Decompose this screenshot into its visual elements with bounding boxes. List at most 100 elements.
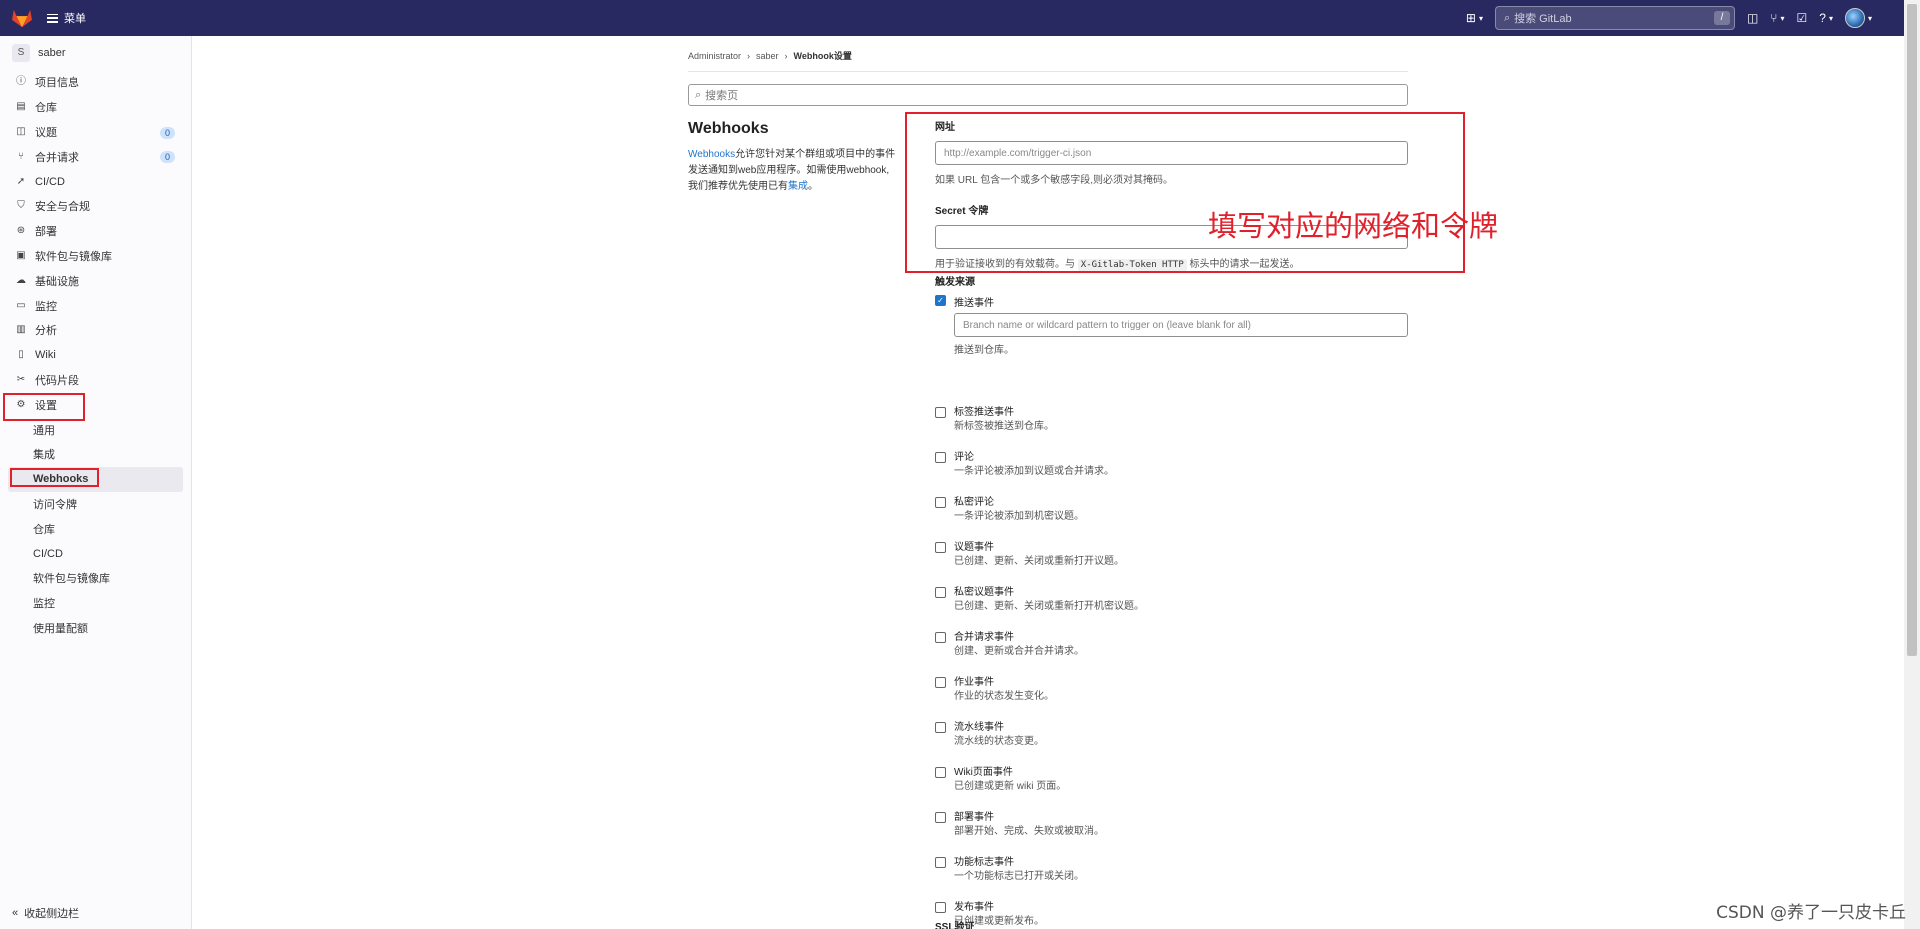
sidebar-item-label: CI/CD: [35, 175, 65, 188]
global-search-input[interactable]: ⌕ 搜索 GitLab /: [1494, 6, 1735, 30]
sidebar-item[interactable]: ◫ 议题 0: [0, 120, 191, 145]
sidebar-item[interactable]: ▥ 分析: [0, 318, 191, 343]
event-option[interactable]: 部署事件 部署开始、完成、失败或被取消。: [935, 811, 1104, 839]
scrollbar-thumb[interactable]: [1907, 4, 1917, 656]
user-menu-button[interactable]: ▾: [1839, 8, 1878, 28]
event-checkbox[interactable]: [935, 857, 946, 868]
url-label: 网址: [935, 122, 955, 133]
sidebar-item[interactable]: ▯ Wiki: [0, 343, 191, 368]
menu-button[interactable]: 菜单: [47, 10, 86, 26]
sidebar-item[interactable]: ▣ 软件包与镜像库: [0, 244, 191, 269]
event-option[interactable]: 标签推送事件 新标签被推送到仓库。: [935, 406, 1054, 434]
chart-icon: ▥: [16, 324, 26, 336]
settings-sub-item[interactable]: 软件包与镜像库: [0, 566, 191, 591]
event-text: Wiki页面事件已创建或更新 wiki 页面。: [954, 766, 1066, 794]
sidebar-item[interactable]: ⛉ 安全与合规: [0, 194, 191, 219]
sidebar-item-label: 项目信息: [35, 77, 79, 90]
event-option[interactable]: 合并请求事件 创建、更新或合并合并请求。: [935, 631, 1084, 659]
event-checkbox[interactable]: [935, 407, 946, 418]
event-option[interactable]: 功能标志事件 一个功能标志已打开或关闭。: [935, 856, 1084, 884]
event-checkbox[interactable]: [935, 497, 946, 508]
event-checkbox[interactable]: [935, 542, 946, 553]
settings-sub-item[interactable]: Webhooks: [8, 466, 183, 492]
merge-requests-button[interactable]: ⑂ ▾: [1764, 11, 1790, 25]
settings-sub-item[interactable]: 通用: [0, 417, 191, 442]
sidebar-item[interactable]: ➚ CI/CD: [0, 169, 191, 194]
secret-token-label: Secret 令牌: [935, 206, 989, 217]
global-search-placeholder: 搜索 GitLab: [1514, 13, 1572, 25]
event-text: 私密议题事件 已创建、更新、关闭或重新打开机密议题。: [954, 586, 1144, 614]
sidebar-item[interactable]: ▤ 仓库: [0, 95, 191, 120]
secret-help-text: 标头中的请求一起发送。: [1189, 259, 1300, 270]
sidebar-item[interactable]: ▭ 监控: [0, 293, 191, 318]
main-content: Administrator › saber › Webhook设置 ⌕ 搜索页 …: [192, 36, 1904, 929]
event-title: 评论: [954, 452, 974, 463]
event-option[interactable]: 私密评论 一条评论被添加到机密议题。: [935, 496, 1084, 524]
webhooks-doc-link[interactable]: Webhooks: [688, 149, 735, 160]
book-icon: ▯: [18, 349, 24, 361]
secret-token-input[interactable]: [935, 225, 1408, 249]
project-name: saber: [38, 47, 66, 59]
settings-sub-item[interactable]: CI/CD: [0, 541, 191, 566]
project-header[interactable]: S saber: [0, 36, 191, 70]
event-option[interactable]: 作业事件 作业的状态发生变化。: [935, 676, 1054, 704]
issues-button[interactable]: ◫: [1741, 11, 1764, 25]
event-text: 部署事件 部署开始、完成、失败或被取消。: [954, 811, 1104, 839]
sidebar-item[interactable]: ⓘ 项目信息: [0, 70, 191, 95]
settings-sub-item[interactable]: 监控: [0, 591, 191, 616]
ssl-verification-title: SSL验证: [935, 922, 975, 929]
page-scrollbar[interactable]: [1904, 0, 1920, 929]
secret-help-text: 用于验证接收到的有效载荷。与: [935, 259, 1075, 270]
sidebar-item[interactable]: ⑂ 合并请求 0: [0, 144, 191, 169]
event-description: 作业的状态发生变化。: [954, 691, 1054, 702]
event-checkbox[interactable]: [935, 677, 946, 688]
event-option[interactable]: 流水线事件 流水线的状态变更。: [935, 721, 1044, 749]
event-description: 新标签被推送到仓库。: [954, 421, 1054, 432]
sidebar-item-label: 仓库: [35, 102, 57, 115]
event-checkbox[interactable]: [935, 452, 946, 463]
push-events-row[interactable]: ✓ 推送事件: [935, 294, 994, 309]
settings-sub-item[interactable]: 使用量配额: [0, 616, 191, 641]
todos-button[interactable]: ☑: [1791, 11, 1814, 25]
event-option[interactable]: 议题事件 已创建、更新、关闭或重新打开议题。: [935, 541, 1124, 569]
url-input[interactable]: [935, 141, 1408, 165]
integrations-link[interactable]: 集成: [788, 181, 808, 192]
left-sidebar: S saber ⓘ 项目信息 ▤ 仓库 ◫ 议题 0 ⑂ 合并请求 0 ➚ CI/CD ⛉ 安全与合规 ⊛ 部…: [0, 36, 192, 929]
sidebar-item[interactable]: ⊛ 部署: [0, 219, 191, 244]
merge-icon: ⑂: [18, 150, 24, 162]
help-button[interactable]: ? ▾: [1813, 11, 1839, 25]
event-checkbox[interactable]: [935, 587, 946, 598]
event-checkbox[interactable]: [935, 902, 946, 913]
sidebar-item-label: 代码片段: [35, 374, 79, 387]
event-text: 标签推送事件 新标签被推送到仓库。: [954, 406, 1054, 434]
event-title: Wiki页面事件: [954, 767, 1013, 778]
event-checkbox[interactable]: [935, 722, 946, 733]
settings-sub-item[interactable]: 访问令牌: [0, 492, 191, 517]
event-option[interactable]: 评论 一条评论被添加到议题或合并请求。: [935, 451, 1114, 479]
event-checkbox[interactable]: [935, 767, 946, 778]
desc-text: 我们推荐优先使用已有: [688, 181, 788, 192]
collapse-sidebar-button[interactable]: « 收起侧边栏: [12, 905, 79, 921]
gitlab-logo-icon[interactable]: [11, 8, 33, 28]
merge-request-icon: ⑂: [1770, 11, 1778, 25]
event-title: 私密评论: [954, 497, 994, 508]
breadcrumb-item[interactable]: Administrator: [688, 51, 741, 61]
settings-search-input[interactable]: ⌕ 搜索页: [688, 84, 1408, 106]
event-option[interactable]: 私密议题事件 已创建、更新、关闭或重新打开机密议题。: [935, 586, 1144, 614]
push-events-checkbox[interactable]: ✓: [935, 295, 946, 306]
branch-filter-input[interactable]: [954, 313, 1408, 337]
event-description: 已创建或更新 wiki 页面。: [954, 781, 1067, 792]
sidebar-item[interactable]: ⚙ 设置: [0, 392, 191, 417]
event-checkbox[interactable]: [935, 632, 946, 643]
settings-sub-item[interactable]: 集成: [0, 442, 191, 467]
url-help: 如果 URL 包含一个或多个敏感字段,则必须对其掩码。: [935, 175, 1173, 186]
sidebar-item[interactable]: ✂ 代码片段: [0, 368, 191, 393]
event-option[interactable]: Wiki页面事件已创建或更新 wiki 页面。: [935, 766, 1066, 794]
event-checkbox[interactable]: [935, 812, 946, 823]
settings-sub-item[interactable]: 仓库: [0, 516, 191, 541]
breadcrumb-current[interactable]: Webhook设置: [794, 49, 852, 62]
event-title: 流水线事件: [954, 722, 1004, 733]
breadcrumb-item[interactable]: saber: [756, 51, 779, 61]
sidebar-item[interactable]: ☁ 基础设施: [0, 268, 191, 293]
new-item-button[interactable]: ⊞ ▾: [1460, 11, 1489, 25]
